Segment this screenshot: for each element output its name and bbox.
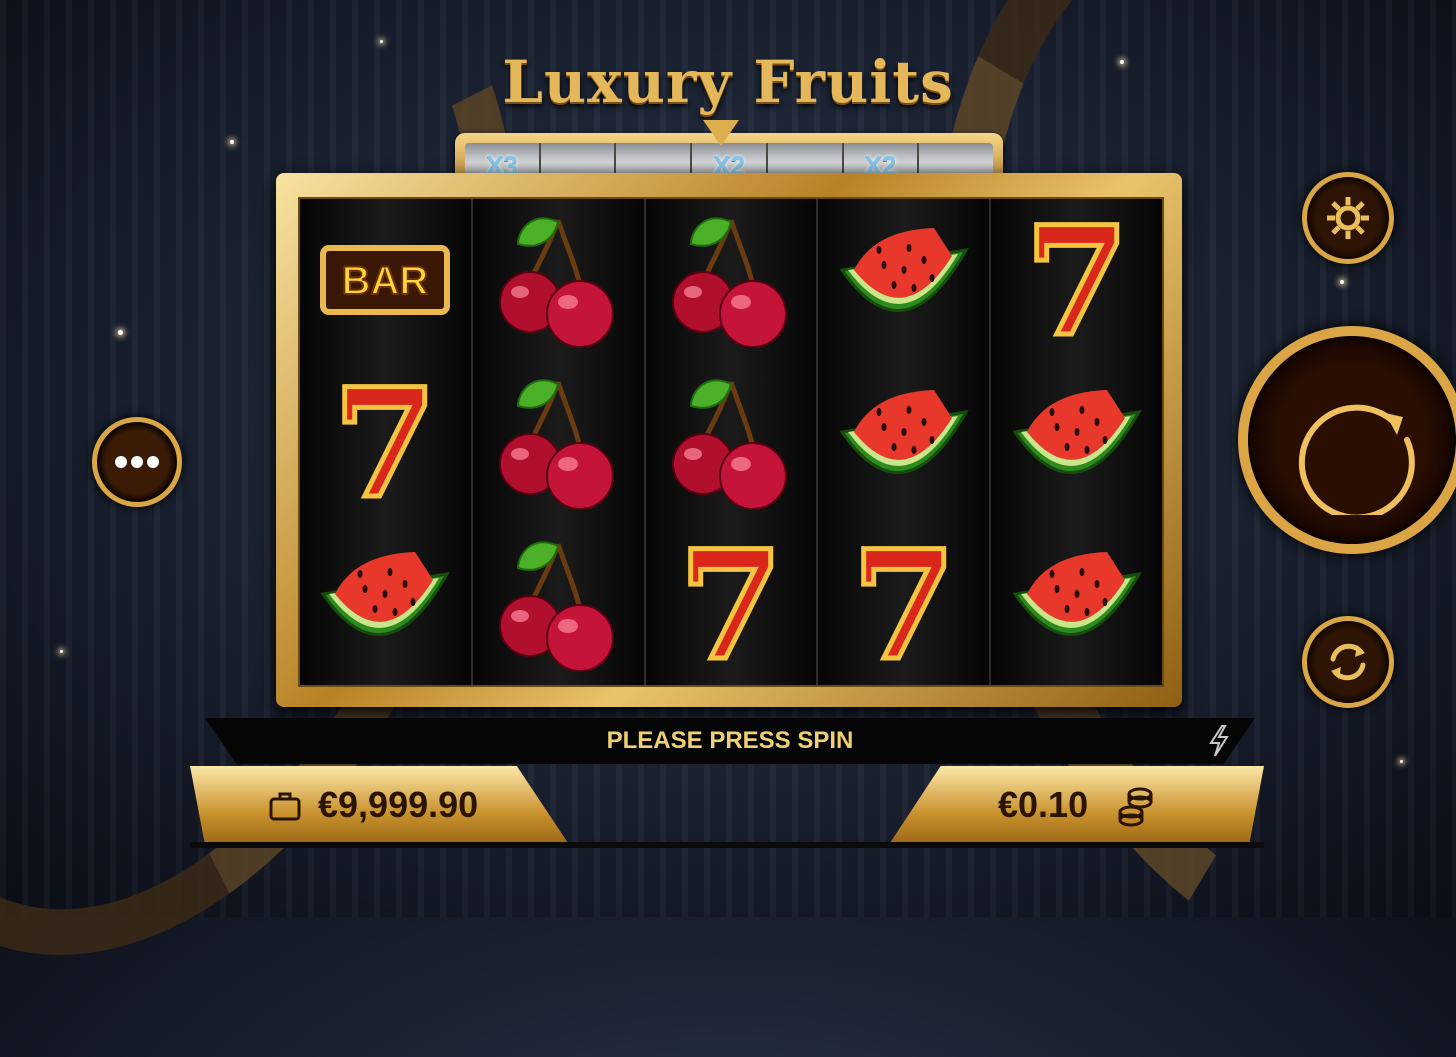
spin-button[interactable] [1238, 326, 1456, 554]
spin-arrow-icon [1298, 404, 1415, 515]
seven-icon: 7 [1022, 210, 1131, 350]
seven-icon: 7 [676, 534, 785, 674]
status-message: PLEASE PRESS SPIN [606, 727, 854, 754]
sparkle [118, 330, 123, 335]
reel-cell: BAR [300, 199, 471, 361]
bar-icon: BAR [320, 245, 451, 315]
coin-stack-icon [1118, 787, 1153, 827]
reel-cell [473, 199, 644, 361]
reel-2 [472, 199, 646, 685]
reel-cell [473, 523, 644, 685]
reel-cell: 7 [300, 361, 471, 523]
reel-cell [300, 523, 471, 685]
autoplay-icon [1330, 643, 1366, 681]
reel-cell [473, 361, 644, 523]
reel-cell [991, 523, 1162, 685]
cherry-icon [671, 217, 787, 348]
svg-text:7: 7 [679, 534, 783, 674]
reel-cell [991, 361, 1162, 523]
watermelon-icon [1011, 552, 1142, 636]
message-bar: PLEASE PRESS SPIN [205, 718, 1255, 764]
reel-3: 7 [645, 199, 819, 685]
reel-cell: 7 [818, 523, 989, 685]
balance-panel: €9,999.90 [190, 766, 570, 846]
sparkle [380, 40, 383, 43]
reel-cell [646, 361, 817, 523]
seven-icon: 7 [331, 372, 440, 512]
watermelon-icon [320, 552, 451, 636]
reel-grid: BAR 7 7 7 7 [298, 197, 1164, 687]
reel-5: 7 [991, 199, 1162, 685]
bet-panel[interactable]: €0.10 [888, 766, 1264, 846]
svg-text:BAR: BAR [342, 259, 429, 303]
sparkle [1340, 280, 1344, 284]
svg-text:7: 7 [1024, 210, 1128, 350]
reel-cell [818, 199, 989, 361]
reel-frame: BAR 7 7 7 7 [276, 173, 1182, 707]
cherry-icon [499, 217, 615, 348]
multiplier-pointer-icon [703, 120, 739, 146]
lightning-icon[interactable] [1206, 724, 1232, 758]
briefcase-icon [269, 792, 301, 821]
game-title: Luxury Fruits [502, 48, 954, 116]
sparkle [1400, 760, 1403, 763]
cherry-icon [499, 541, 615, 672]
svg-text:7: 7 [333, 372, 437, 512]
reel-1: BAR 7 [300, 199, 473, 685]
watermelon-icon [1011, 390, 1142, 474]
watermelon-icon [839, 228, 969, 312]
settings-button[interactable] [1302, 172, 1394, 264]
reel-cell [646, 199, 817, 361]
reel-cell [818, 361, 989, 523]
watermelon-icon [839, 390, 969, 474]
reel-cell: 7 [646, 523, 817, 685]
bottom-strip [190, 842, 1264, 848]
autoplay-button[interactable] [1302, 616, 1394, 708]
more-dots-icon [115, 456, 159, 468]
menu-button[interactable] [92, 417, 182, 507]
bet-value: €0.10 [998, 784, 1089, 825]
seven-icon: 7 [849, 534, 958, 674]
sparkle [60, 650, 63, 653]
sparkle [1120, 60, 1124, 64]
sparkle [230, 140, 234, 144]
cherry-icon [671, 379, 787, 510]
svg-text:7: 7 [852, 534, 956, 674]
reel-4: 7 [818, 199, 992, 685]
gear-icon [1327, 197, 1369, 239]
balance-value: €9,999.90 [318, 784, 479, 825]
reel-cell: 7 [991, 199, 1162, 361]
cherry-icon [499, 379, 615, 510]
